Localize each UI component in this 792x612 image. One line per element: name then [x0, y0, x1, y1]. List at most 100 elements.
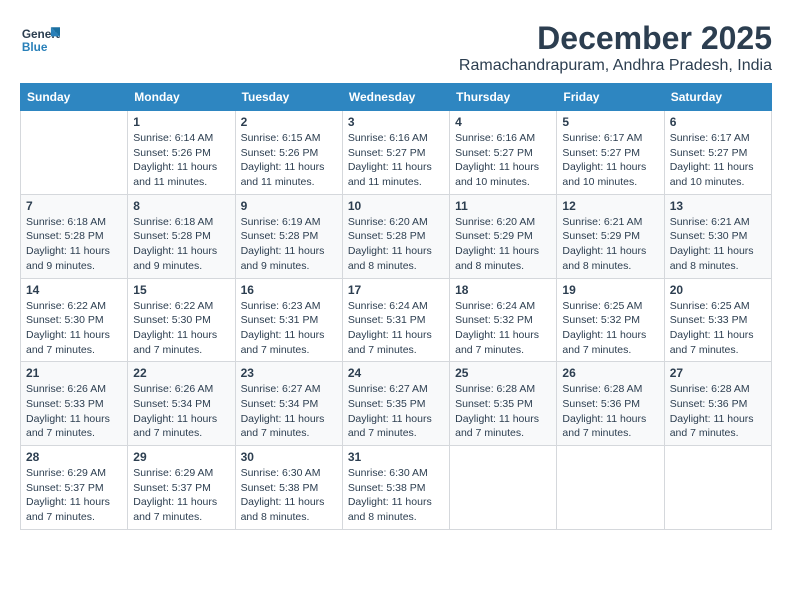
day-info: Sunrise: 6:16 AMSunset: 5:27 PMDaylight:… [348, 131, 444, 190]
sunrise-text: Sunrise: 6:26 AM [133, 382, 229, 397]
sunrise-text: Sunrise: 6:20 AM [348, 215, 444, 230]
calendar-cell: 9Sunrise: 6:19 AMSunset: 5:28 PMDaylight… [235, 194, 342, 278]
sunrise-text: Sunrise: 6:21 AM [670, 215, 766, 230]
calendar-cell [21, 111, 128, 195]
day-number: 3 [348, 115, 444, 129]
day-number: 2 [241, 115, 337, 129]
day-info: Sunrise: 6:14 AMSunset: 5:26 PMDaylight:… [133, 131, 229, 190]
daylight-text: Daylight: 11 hours and 9 minutes. [26, 244, 122, 273]
sunset-text: Sunset: 5:31 PM [241, 313, 337, 328]
sunset-text: Sunset: 5:28 PM [241, 229, 337, 244]
day-number: 13 [670, 199, 766, 213]
day-number: 29 [133, 450, 229, 464]
sunset-text: Sunset: 5:36 PM [670, 397, 766, 412]
day-info: Sunrise: 6:21 AMSunset: 5:30 PMDaylight:… [670, 215, 766, 274]
calendar-cell: 17Sunrise: 6:24 AMSunset: 5:31 PMDayligh… [342, 278, 449, 362]
sunrise-text: Sunrise: 6:28 AM [455, 382, 551, 397]
day-info: Sunrise: 6:17 AMSunset: 5:27 PMDaylight:… [562, 131, 658, 190]
day-info: Sunrise: 6:17 AMSunset: 5:27 PMDaylight:… [670, 131, 766, 190]
day-number: 30 [241, 450, 337, 464]
sunrise-text: Sunrise: 6:18 AM [26, 215, 122, 230]
sunrise-text: Sunrise: 6:24 AM [455, 299, 551, 314]
calendar-cell: 23Sunrise: 6:27 AMSunset: 5:34 PMDayligh… [235, 362, 342, 446]
day-number: 10 [348, 199, 444, 213]
sunset-text: Sunset: 5:35 PM [348, 397, 444, 412]
calendar-cell: 13 Sunrise: 6:21 AMSunset: 5:30 PMDayligh… [664, 194, 771, 278]
sunrise-text: Sunrise: 6:25 AM [670, 299, 766, 314]
day-number: 7 [26, 199, 122, 213]
calendar-week-row: 7Sunrise: 6:18 AMSunset: 5:28 PMDaylight… [21, 194, 772, 278]
day-number: 17 [348, 283, 444, 297]
daylight-text: Daylight: 11 hours and 7 minutes. [26, 495, 122, 524]
sunrise-text: Sunrise: 6:20 AM [455, 215, 551, 230]
daylight-text: Daylight: 11 hours and 7 minutes. [241, 328, 337, 357]
sunrise-text: Sunrise: 6:14 AM [133, 131, 229, 146]
sunrise-text: Sunrise: 6:22 AM [26, 299, 122, 314]
day-number: 6 [670, 115, 766, 129]
logo: General Blue [20, 20, 64, 60]
sunset-text: Sunset: 5:37 PM [26, 481, 122, 496]
daylight-text: Daylight: 11 hours and 7 minutes. [562, 412, 658, 441]
calendar-cell: 28 Sunrise: 6:29 AMSunset: 5:37 PMDayligh… [21, 446, 128, 530]
sunset-text: Sunset: 5:35 PM [455, 397, 551, 412]
day-info: Sunrise: 6:28 AMSunset: 5:36 PMDaylight:… [670, 382, 766, 441]
daylight-text: Daylight: 11 hours and 8 minutes. [670, 244, 766, 273]
sunrise-text: Sunrise: 6:26 AM [26, 382, 122, 397]
sunset-text: Sunset: 5:32 PM [455, 313, 551, 328]
day-number: 24 [348, 366, 444, 380]
calendar-cell: 5Sunrise: 6:17 AMSunset: 5:27 PMDaylight… [557, 111, 664, 195]
sunrise-text: Sunrise: 6:24 AM [348, 299, 444, 314]
daylight-text: Daylight: 11 hours and 11 minutes. [241, 160, 337, 189]
sunrise-text: Sunrise: 6:30 AM [348, 466, 444, 481]
sunrise-text: Sunrise: 6:17 AM [670, 131, 766, 146]
sunset-text: Sunset: 5:30 PM [670, 229, 766, 244]
day-number: 11 [455, 199, 551, 213]
sunrise-text: Sunrise: 6:30 AM [241, 466, 337, 481]
sunset-text: Sunset: 5:28 PM [348, 229, 444, 244]
daylight-text: Daylight: 11 hours and 7 minutes. [26, 412, 122, 441]
day-number: 15 [133, 283, 229, 297]
calendar-cell: 19Sunrise: 6:25 AMSunset: 5:32 PMDayligh… [557, 278, 664, 362]
day-info: Sunrise: 6:27 AMSunset: 5:35 PMDaylight:… [348, 382, 444, 441]
sunrise-text: Sunrise: 6:27 AM [348, 382, 444, 397]
weekday-header-sunday: Sunday [21, 84, 128, 111]
calendar-cell: 11Sunrise: 6:20 AMSunset: 5:29 PMDayligh… [450, 194, 557, 278]
calendar-cell: 31Sunrise: 6:30 AMSunset: 5:38 PMDayligh… [342, 446, 449, 530]
day-info: Sunrise: 6:29 AMSunset: 5:37 PMDaylight:… [26, 466, 122, 525]
sunset-text: Sunset: 5:31 PM [348, 313, 444, 328]
day-number: 4 [455, 115, 551, 129]
day-info: Sunrise: 6:23 AMSunset: 5:31 PMDaylight:… [241, 299, 337, 358]
day-info: Sunrise: 6:22 AMSunset: 5:30 PMDaylight:… [26, 299, 122, 358]
sunrise-text: Sunrise: 6:19 AM [241, 215, 337, 230]
calendar-cell [557, 446, 664, 530]
sunrise-text: Sunrise: 6:18 AM [133, 215, 229, 230]
daylight-text: Daylight: 11 hours and 9 minutes. [241, 244, 337, 273]
weekday-header-friday: Friday [557, 84, 664, 111]
day-number: 20 [670, 283, 766, 297]
sunrise-text: Sunrise: 6:29 AM [26, 466, 122, 481]
calendar-cell: 8Sunrise: 6:18 AMSunset: 5:28 PMDaylight… [128, 194, 235, 278]
day-number: 16 [241, 283, 337, 297]
daylight-text: Daylight: 11 hours and 10 minutes. [670, 160, 766, 189]
calendar-cell: 18 Sunrise: 6:24 AMSunset: 5:32 PMDayligh… [450, 278, 557, 362]
sunset-text: Sunset: 5:30 PM [26, 313, 122, 328]
sunrise-text: Sunrise: 6:28 AM [670, 382, 766, 397]
day-number: 18 [455, 283, 551, 297]
weekday-header-thursday: Thursday [450, 84, 557, 111]
sunset-text: Sunset: 5:33 PM [670, 313, 766, 328]
daylight-text: Daylight: 11 hours and 7 minutes. [562, 328, 658, 357]
month-title: December 2025 [459, 20, 772, 57]
day-number: 28 [26, 450, 122, 464]
daylight-text: Daylight: 11 hours and 7 minutes. [26, 328, 122, 357]
sunset-text: Sunset: 5:28 PM [133, 229, 229, 244]
sunset-text: Sunset: 5:27 PM [562, 146, 658, 161]
day-info: Sunrise: 6:18 AMSunset: 5:28 PMDaylight:… [133, 215, 229, 274]
calendar-cell: 21Sunrise: 6:26 AMSunset: 5:33 PMDayligh… [21, 362, 128, 446]
daylight-text: Daylight: 11 hours and 7 minutes. [133, 328, 229, 357]
day-info: Sunrise: 6:29 AMSunset: 5:37 PMDaylight:… [133, 466, 229, 525]
day-info: Sunrise: 6:30 AMSunset: 5:38 PMDaylight:… [348, 466, 444, 525]
sunrise-text: Sunrise: 6:16 AM [348, 131, 444, 146]
sunset-text: Sunset: 5:26 PM [133, 146, 229, 161]
day-info: Sunrise: 6:24 AMSunset: 5:32 PMDaylight:… [455, 299, 551, 358]
calendar-week-row: 28 Sunrise: 6:29 AMSunset: 5:37 PMDayligh… [21, 446, 772, 530]
